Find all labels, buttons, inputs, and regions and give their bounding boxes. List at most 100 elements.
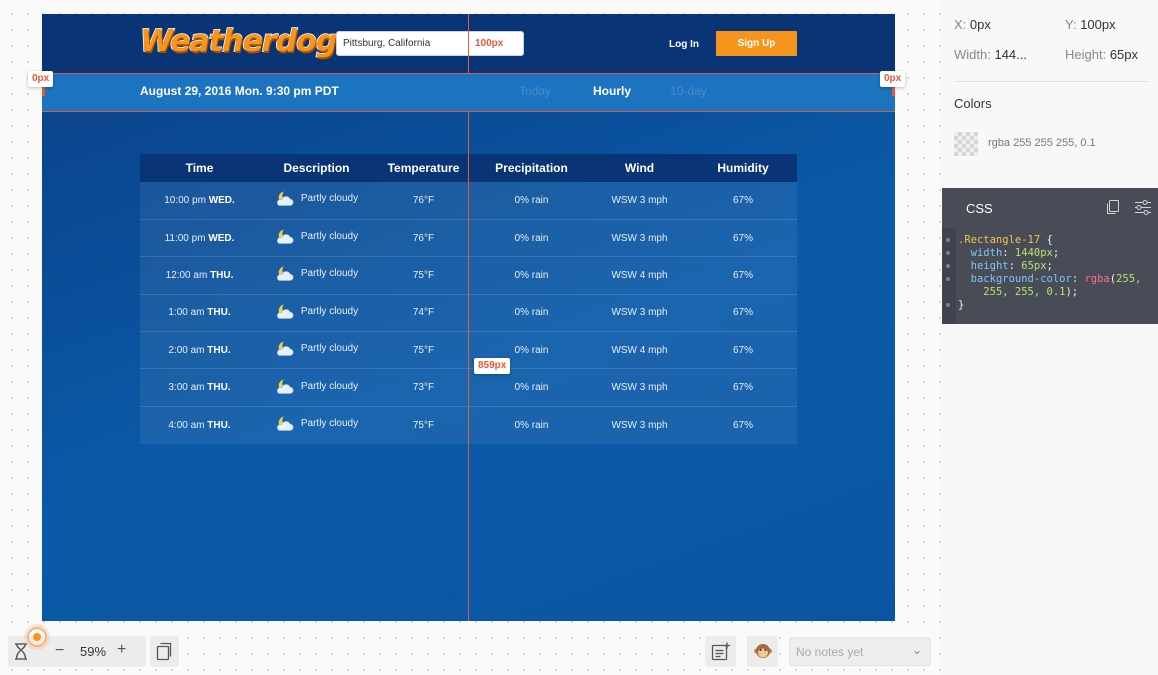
cell-precipitation: 0% rain — [473, 218, 590, 257]
cell-humidity: 67% — [689, 293, 797, 332]
distance-guide-left — [42, 86, 45, 96]
measure-top-label: 100px — [471, 36, 508, 52]
prop-x-value: 0px — [969, 17, 991, 32]
css-heading: CSS — [966, 201, 993, 216]
partly-cloudy-night-icon — [275, 190, 295, 207]
day-value: WED. — [208, 232, 235, 244]
cell-humidity: 67% — [732, 194, 753, 206]
current-datetime: August 29, 2016 Mon. 9:30 pm PDT — [140, 84, 339, 98]
col-humidity: Humidity — [717, 161, 769, 175]
cell-wind: WSW 4 mph — [590, 331, 689, 369]
css-fn-rgba: rgba — [1084, 273, 1110, 285]
gutter-dot — [946, 251, 950, 255]
zoom-out-button[interactable]: − — [55, 642, 64, 660]
gutter-dot — [946, 238, 950, 242]
gutter-dot — [946, 277, 950, 281]
tab-hourly[interactable]: Hourly — [593, 84, 631, 98]
cell-humidity: 67% — [689, 405, 797, 444]
tab-today[interactable]: Today — [519, 84, 551, 98]
zoom-in-button[interactable]: + — [117, 641, 126, 659]
time-value: 2:00 am — [168, 344, 205, 356]
cell-time: 4:00 am THU. — [140, 405, 259, 444]
history-hourglass-icon[interactable] — [12, 642, 30, 666]
panel-divider — [954, 81, 1149, 82]
selection-top-edge — [42, 73, 895, 74]
time-value: 1:00 am — [168, 307, 205, 319]
description-value: Partly cloudy — [300, 380, 359, 392]
description-value: Partly cloudy — [300, 268, 359, 280]
col-temperature: Temperature — [387, 161, 460, 175]
cell-description: Partly cloudy — [259, 368, 374, 407]
col-precipitation: Precipitation — [495, 161, 568, 175]
prop-height: Height: 65px — [1065, 47, 1138, 62]
cell-humidity: 67% — [689, 218, 797, 257]
css-code[interactable]: .Rectangle-17 { width: 1440px; height: 6… — [958, 234, 1141, 312]
gutter-dot — [946, 303, 950, 307]
settings-sliders-icon[interactable] — [1134, 199, 1152, 219]
partly-cloudy-night-icon — [275, 378, 295, 395]
prop-x: X: 0px — [954, 17, 991, 32]
cell-precipitation: 0% rain — [514, 194, 549, 206]
cell-description: Partly cloudy — [259, 218, 374, 257]
colors-heading: Colors — [954, 96, 992, 111]
description-value: Partly cloudy — [300, 343, 359, 355]
prop-y-label: Y: — [1065, 17, 1077, 32]
location-search-input[interactable] — [337, 32, 467, 55]
cell-description: Partly cloudy — [259, 256, 374, 295]
prop-height-value: 65px — [1109, 47, 1139, 62]
description-value: Partly cloudy — [300, 193, 359, 205]
cell-wind: WSW 4 mph — [590, 256, 689, 295]
cell-precipitation: 0% rain — [473, 256, 590, 295]
css-selector: .Rectangle-17 — [958, 234, 1041, 246]
day-value: THU. — [207, 307, 231, 319]
cell-precipitation: 0% rain — [473, 368, 590, 407]
cell-temperature: 73°F — [374, 368, 473, 407]
cell-description: Partly cloudy — [259, 331, 374, 369]
weatherdog-logo[interactable]: Weatherdog — [139, 23, 338, 60]
cell-time: 2:00 am THU. — [140, 331, 259, 369]
measure-bottom-label: 859px — [474, 358, 511, 374]
cell-description: Partly cloudy — [259, 293, 374, 332]
add-note-icon[interactable] — [711, 642, 731, 666]
notification-pulse-icon[interactable] — [27, 627, 47, 647]
prop-width-value: 144... — [994, 47, 1027, 62]
partly-cloudy-night-icon — [275, 340, 295, 357]
description-value: Partly cloudy — [300, 418, 359, 430]
color-swatch[interactable] — [954, 132, 978, 156]
cell-wind: WSW 3 mph — [590, 218, 689, 257]
css-close-brace: } — [958, 299, 965, 311]
css-prop-height: height — [970, 260, 1009, 272]
tab-10-day[interactable]: 10-day — [670, 84, 707, 98]
description-value: Partly cloudy — [300, 305, 359, 317]
cell-time: 12:00 am THU. — [140, 256, 259, 295]
day-value: THU. — [207, 344, 231, 356]
css-open-brace: { — [1040, 234, 1053, 246]
cell-temperature: 76°F — [412, 194, 435, 206]
partly-cloudy-night-icon — [275, 415, 295, 432]
monkey-avatar-icon[interactable] — [753, 641, 773, 666]
login-link[interactable]: Log In — [669, 39, 699, 50]
prop-y-value: 100px — [1080, 17, 1116, 32]
cell-time: 1:00 am THU. — [140, 293, 259, 332]
color-value[interactable]: rgba 255 255 255, 0.1 — [988, 137, 1096, 149]
day-value: THU. — [210, 269, 234, 281]
measure-right-label: 0px — [880, 71, 906, 87]
cell-humidity: 67% — [689, 368, 797, 407]
prop-width-label: Width: — [954, 47, 991, 62]
day-value: WED. — [208, 194, 235, 206]
artboard-outline-icon[interactable] — [155, 642, 173, 666]
cell-precipitation: 0% rain — [473, 405, 590, 444]
prop-x-label: X: — [954, 17, 967, 32]
chevron-down-icon: ⌄ — [911, 643, 922, 657]
signup-button[interactable]: Sign Up — [716, 31, 797, 56]
cell-description: Partly cloudy — [259, 405, 374, 444]
description-value: Partly cloudy — [300, 231, 359, 243]
distance-guide-right — [892, 86, 895, 96]
copy-icon[interactable] — [1105, 199, 1121, 219]
cell-wind: WSW 3 mph — [611, 194, 668, 206]
prop-height-label: Height: — [1065, 47, 1107, 62]
partly-cloudy-night-icon — [275, 228, 295, 245]
prop-y: Y: 100px — [1065, 17, 1116, 32]
distance-guide-bottom — [468, 111, 469, 621]
notes-select[interactable]: No notes yet ⌄ — [789, 637, 931, 666]
